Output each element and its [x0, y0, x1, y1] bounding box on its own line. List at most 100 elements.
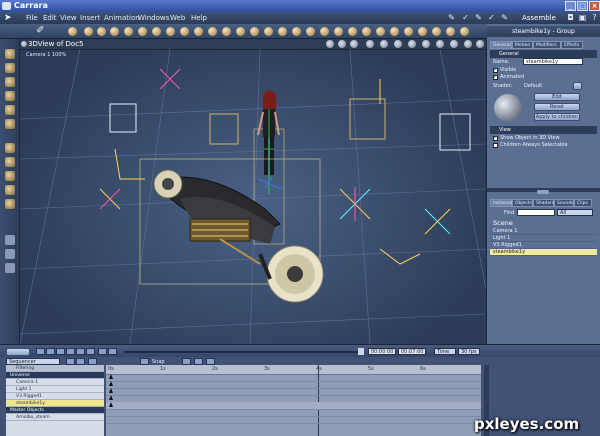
- tab-shaders[interactable]: Shaders: [533, 199, 554, 207]
- move-tool-icon[interactable]: [5, 63, 15, 73]
- insert-cube-icon[interactable]: [84, 27, 93, 36]
- apply-to-children-button[interactable]: Apply to children: [534, 113, 580, 121]
- insert-fog-icon[interactable]: [432, 27, 441, 36]
- build-room-icon[interactable]: ✎: [447, 14, 456, 22]
- view-camera-icon[interactable]: [436, 40, 444, 48]
- menu-view[interactable]: View: [60, 12, 77, 24]
- room-settings-icon[interactable]: ◘: [566, 14, 575, 22]
- menu-file[interactable]: File: [26, 12, 38, 24]
- insert-spline-icon[interactable]: [152, 27, 161, 36]
- view-section-header[interactable]: View: [490, 126, 597, 134]
- insert-scene-icon[interactable]: [390, 27, 399, 36]
- tween-button[interactable]: [88, 358, 97, 365]
- inverse-kinematics-icon[interactable]: [5, 119, 15, 129]
- tree-row[interactable]: Camera 1: [6, 379, 104, 386]
- insert-hair-icon[interactable]: [320, 27, 329, 36]
- end-time-field[interactable]: 00:07:00: [398, 348, 426, 355]
- tree-row[interactable]: Universe: [6, 372, 104, 379]
- insert-cone-icon[interactable]: [110, 27, 119, 36]
- paint-tool-icon[interactable]: ✐: [36, 26, 45, 36]
- menu-animation[interactable]: Animation: [104, 12, 140, 24]
- zoom-in-button[interactable]: [182, 358, 191, 365]
- tree-row[interactable]: V3 Rigged1: [6, 393, 104, 400]
- magnify-view-icon[interactable]: [5, 263, 15, 273]
- fit-button[interactable]: [206, 358, 215, 365]
- insert-anything-grows-icon[interactable]: [208, 27, 217, 36]
- list-item[interactable]: V3 Rigged1: [490, 242, 597, 249]
- sequencer-mode-select[interactable]: Sequencer: [6, 358, 60, 365]
- close-button[interactable]: ×: [589, 1, 600, 11]
- current-time-field[interactable]: 00:00:00: [368, 348, 396, 355]
- shader-edit-button[interactable]: Edit: [534, 93, 580, 101]
- keyframe[interactable]: [109, 381, 113, 386]
- tab-instances[interactable]: Instances: [490, 199, 515, 207]
- tab-clips[interactable]: Clips: [574, 199, 592, 207]
- insert-group-icon[interactable]: [250, 27, 259, 36]
- minimize-button[interactable]: _: [565, 1, 576, 11]
- 3d-viewport[interactable]: 3DView of Doc5 Camera 1 100%: [20, 39, 486, 344]
- room-layout-icon[interactable]: ▣: [578, 14, 587, 22]
- view-side-icon[interactable]: [350, 40, 358, 48]
- quick-render-icon[interactable]: [460, 27, 469, 36]
- insert-vertex-icon[interactable]: [166, 27, 175, 36]
- menu-web[interactable]: Web: [170, 12, 185, 24]
- view-split-icon[interactable]: [464, 40, 472, 48]
- render-room-icon[interactable]: ✎: [500, 14, 509, 22]
- tree-row-selected[interactable]: steambike1y: [6, 400, 104, 407]
- bank-tool-icon[interactable]: [5, 185, 15, 195]
- maximize-button[interactable]: □: [577, 1, 588, 11]
- shader-reset-button[interactable]: Reset: [534, 103, 580, 111]
- filtering-header[interactable]: Filtering: [6, 365, 104, 372]
- list-item[interactable]: Light 1: [490, 235, 597, 242]
- tab-general[interactable]: General: [490, 41, 512, 49]
- track-row[interactable]: [106, 416, 481, 424]
- play-button[interactable]: [66, 348, 75, 355]
- insert-cylinder-icon[interactable]: [97, 27, 106, 36]
- dolly-tool-icon[interactable]: [5, 171, 15, 181]
- record-button[interactable]: [108, 348, 117, 355]
- insert-bones-icon[interactable]: [264, 27, 273, 36]
- insert-sphere-icon[interactable]: [68, 27, 77, 36]
- menu-help[interactable]: Help: [191, 12, 207, 24]
- render-icon[interactable]: [446, 27, 455, 36]
- menu-windows[interactable]: Windows: [138, 12, 169, 24]
- storyboard-room-icon[interactable]: ✓: [487, 14, 496, 22]
- timeline-mode-button[interactable]: [6, 348, 30, 356]
- insert-cloud-icon[interactable]: [292, 27, 301, 36]
- go-to-start-button[interactable]: [36, 348, 45, 355]
- rotate-tool-icon[interactable]: [5, 77, 15, 87]
- list-item-selected[interactable]: steambike1y: [490, 249, 597, 256]
- loop-button[interactable]: [98, 348, 107, 355]
- insert-text-icon[interactable]: [138, 27, 147, 36]
- fps-select[interactable]: 30 fps: [458, 348, 480, 355]
- tree-row[interactable]: Master Objects: [6, 407, 104, 414]
- menu-insert[interactable]: Insert: [80, 12, 100, 24]
- view-front-icon[interactable]: [338, 40, 346, 48]
- time-scrubber-track[interactable]: [124, 351, 360, 353]
- view-textured-icon[interactable]: [408, 40, 416, 48]
- insert-target-icon[interactable]: [278, 27, 287, 36]
- shade-room-icon[interactable]: ✎: [474, 14, 483, 22]
- go-to-end-button[interactable]: [86, 348, 95, 355]
- previous-frame-button[interactable]: [46, 348, 55, 355]
- general-section-header[interactable]: General: [490, 50, 597, 58]
- tab-objects[interactable]: Objects: [512, 199, 533, 207]
- name-field[interactable]: steambike1y: [523, 58, 583, 65]
- show-object-checkbox[interactable]: [493, 134, 498, 141]
- keyframe[interactable]: [109, 395, 113, 400]
- selection-tool-icon[interactable]: [5, 49, 15, 59]
- insert-light-icon[interactable]: [222, 27, 231, 36]
- scale-tool-icon[interactable]: [5, 91, 15, 101]
- camera-view-icon[interactable]: [5, 235, 15, 245]
- insert-plane-icon[interactable]: [124, 27, 133, 36]
- tab-modifiers[interactable]: Modifiers: [533, 41, 561, 49]
- view-lighting-icon[interactable]: [422, 40, 430, 48]
- insert-replicator-icon[interactable]: [348, 27, 357, 36]
- next-frame-button[interactable]: [76, 348, 85, 355]
- insert-atmosphere-icon[interactable]: [418, 27, 427, 36]
- time-scrubber-handle[interactable]: [358, 348, 364, 355]
- insert-camera-icon[interactable]: [236, 27, 245, 36]
- tree-row[interactable]: Light 1: [6, 386, 104, 393]
- tab-effects[interactable]: Effects: [561, 41, 583, 49]
- insert-figure-icon[interactable]: [376, 27, 385, 36]
